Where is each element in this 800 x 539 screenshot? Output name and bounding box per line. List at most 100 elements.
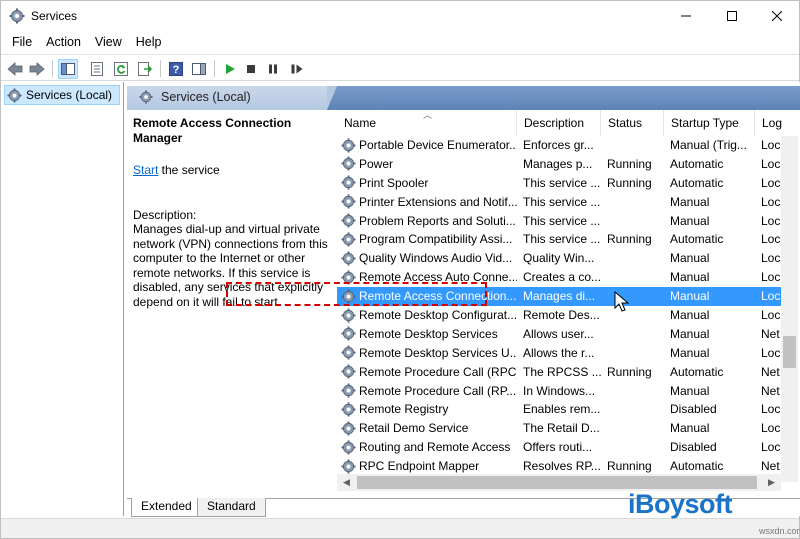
service-status: Running <box>607 175 652 190</box>
properties-icon <box>91 62 103 76</box>
service-row[interactable]: Retail Demo Service The Retail D... Manual… <box>337 419 787 438</box>
service-row[interactable]: Quality Windows Audio Vid... Quality Win.… <box>337 249 787 268</box>
service-description: This service ... <box>523 232 601 247</box>
gear-icon <box>341 400 358 418</box>
service-description: The Retail D... <box>523 421 600 436</box>
service-startup-type: Automatic <box>670 232 724 247</box>
column-header-name[interactable]: Name <box>337 110 517 136</box>
service-name: Remote Desktop Configurat... <box>359 308 517 323</box>
service-title: Remote Access Connection Manager <box>133 116 292 145</box>
service-row[interactable]: Remote Registry Enables rem... Disabled Loc <box>337 400 787 419</box>
service-startup-type: Manual <box>670 421 710 436</box>
gear-icon <box>341 174 358 192</box>
export-list-button[interactable] <box>135 59 155 79</box>
column-header-log-on[interactable]: Log <box>755 110 795 136</box>
service-status: Running <box>607 232 652 247</box>
service-row[interactable]: Routing and Remote Access Offers routi...… <box>337 438 787 457</box>
back-arrow-icon <box>7 62 23 76</box>
start-link[interactable]: Start <box>133 163 158 177</box>
help-button[interactable]: ? <box>166 59 186 79</box>
stop-service-button[interactable] <box>241 59 261 79</box>
vertical-scroll-thumb[interactable] <box>783 336 796 368</box>
service-row[interactable]: Remote Procedure Call (RP... In Windows..… <box>337 382 787 401</box>
service-row[interactable]: Remote Access Auto Conne... Creates a co.… <box>337 268 787 287</box>
services-panel: Services (Local) Remote Access Connectio… <box>127 82 800 516</box>
tab-standard[interactable]: Standard <box>197 498 266 517</box>
service-status: Running <box>607 364 652 379</box>
restart-service-button[interactable] <box>287 59 307 79</box>
description-label: Description: <box>133 207 197 222</box>
service-name: Remote Registry <box>359 402 449 417</box>
forward-button[interactable] <box>27 59 47 79</box>
service-startup-type: Automatic <box>670 156 724 171</box>
action-pane-button[interactable] <box>189 59 209 79</box>
service-row[interactable]: Power Manages p... Running Automatic Loc <box>337 155 787 174</box>
service-description: This service ... <box>523 194 601 209</box>
minimize-button[interactable] <box>663 1 709 31</box>
tab-extended[interactable]: Extended <box>131 498 202 517</box>
horizontal-scroll-thumb[interactable] <box>357 476 757 489</box>
service-description: The RPCSS ... <box>523 364 602 379</box>
service-startup-type: Manual <box>670 251 710 266</box>
maximize-button[interactable] <box>709 1 755 31</box>
pause-service-button[interactable] <box>263 59 283 79</box>
toolbar: ? <box>1 54 799 81</box>
service-startup-type: Manual <box>670 289 710 304</box>
service-row[interactable]: Portable Device Enumerator... Enforces gr… <box>337 136 787 155</box>
scroll-left-icon[interactable]: ◀ <box>339 475 354 490</box>
menu-file[interactable]: File <box>5 35 39 49</box>
service-name: Remote Desktop Services <box>359 326 498 341</box>
forward-arrow-icon <box>29 62 45 76</box>
service-name: Remote Access Connection... <box>359 289 517 304</box>
back-button[interactable] <box>5 59 25 79</box>
tree-item-label: Services (Local) <box>26 88 113 102</box>
service-row[interactable]: Remote Access Connection... Manages di...… <box>337 287 787 307</box>
service-description: Allows the r... <box>523 345 595 360</box>
show-hide-tree-button[interactable] <box>58 59 78 79</box>
refresh-button[interactable] <box>111 59 131 79</box>
services-window: Services File Action View Help ? Service… <box>0 0 800 539</box>
gear-icon <box>341 438 358 456</box>
menu-action[interactable]: Action <box>39 35 88 49</box>
close-button[interactable] <box>754 1 800 31</box>
gear-icon <box>341 249 358 267</box>
scroll-right-icon[interactable]: ▶ <box>764 475 779 490</box>
panel-header-title: Services (Local) <box>139 90 251 104</box>
properties-button[interactable] <box>87 59 107 79</box>
service-description: Offers routi... <box>523 440 593 455</box>
menu-bar: File Action View Help <box>1 31 799 53</box>
service-row[interactable]: Remote Procedure Call (RPC) The RPCSS ...… <box>337 363 787 382</box>
service-row[interactable]: Remote Desktop Configurat... Remote Des..… <box>337 306 787 325</box>
service-name: Program Compatibility Assi... <box>359 232 513 247</box>
description-pane: Remote Access Connection Manager Start t… <box>127 110 335 490</box>
gear-icon <box>9 8 25 24</box>
panel-header: Services (Local) <box>127 86 800 110</box>
column-header-status[interactable]: Status <box>601 110 664 136</box>
service-row[interactable]: Program Compatibility Assi... This servic… <box>337 230 787 249</box>
toolbar-separator <box>214 60 215 77</box>
service-description: Creates a co... <box>523 270 602 285</box>
site-watermark: wsxdn.com <box>759 526 800 536</box>
service-rows: Portable Device Enumerator... Enforces gr… <box>337 136 787 476</box>
service-startup-type: Manual <box>670 308 710 323</box>
close-icon <box>772 11 782 21</box>
service-description: Enables rem... <box>523 402 601 417</box>
service-name: Remote Procedure Call (RPC) <box>359 364 517 379</box>
service-row[interactable]: Problem Reports and Soluti... This servic… <box>337 212 787 231</box>
start-service-button[interactable] <box>220 59 240 79</box>
start-icon <box>226 64 235 74</box>
service-row[interactable]: Print Spooler This service ... Running Auto… <box>337 174 787 193</box>
gear-icon <box>341 268 358 286</box>
column-header-description[interactable]: Description <box>517 110 601 136</box>
vertical-scrollbar[interactable] <box>781 136 798 482</box>
tree-item-services-local[interactable]: Services (Local) <box>4 85 120 105</box>
menu-view[interactable]: View <box>88 35 129 49</box>
service-row[interactable]: Remote Desktop Services Allows user... Man… <box>337 325 787 344</box>
service-row[interactable]: Printer Extensions and Notif... This serv… <box>337 193 787 212</box>
service-row[interactable]: Remote Desktop Services U... Allows the r… <box>337 344 787 363</box>
menu-help[interactable]: Help <box>129 35 169 49</box>
action-pane-icon <box>192 63 206 75</box>
gear-icon <box>341 230 358 248</box>
service-name: Problem Reports and Soluti... <box>359 213 516 228</box>
column-header-startup-type[interactable]: Startup Type <box>664 110 755 136</box>
